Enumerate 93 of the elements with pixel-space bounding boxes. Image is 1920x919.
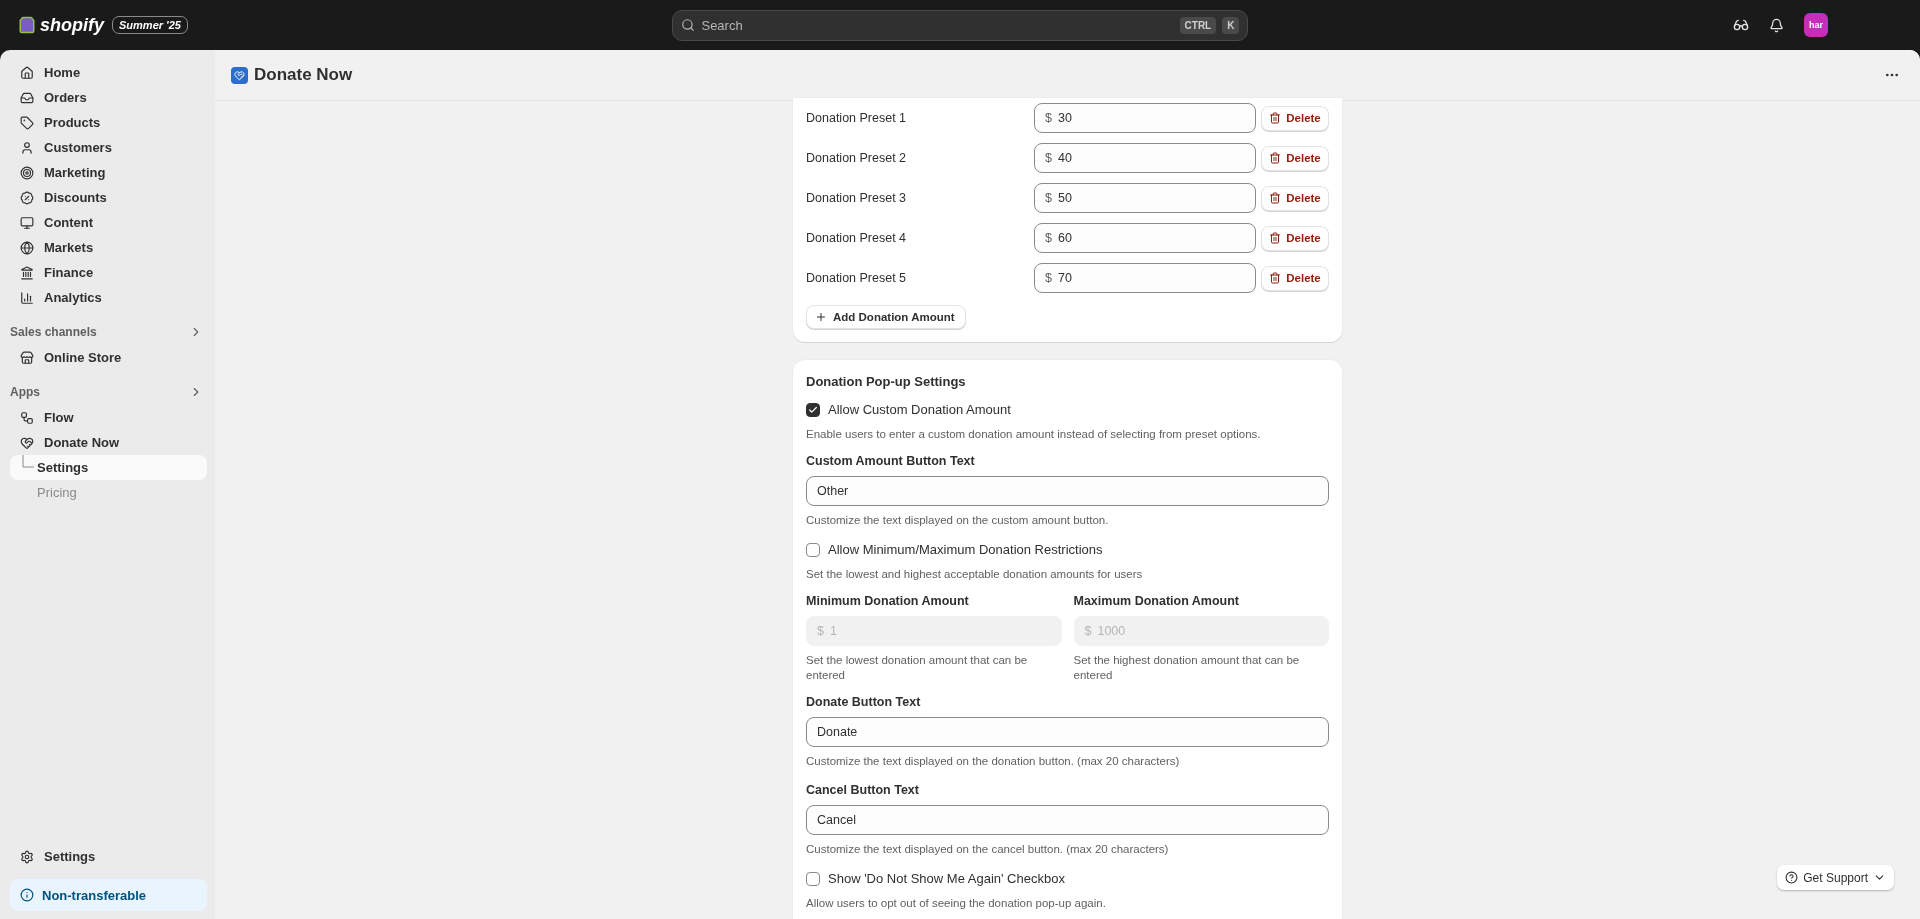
field-label: Maximum Donation Amount xyxy=(1073,594,1240,608)
nav-icon xyxy=(20,165,34,180)
checkbox[interactable]: Allow Minimum/Maximum Donation Restrictions xyxy=(806,542,1329,557)
field-hint: Set the lowest donation amount that can be entered xyxy=(806,653,1029,683)
nav-icon xyxy=(20,290,34,305)
checkbox-box[interactable] xyxy=(806,402,820,417)
checkbox-box[interactable] xyxy=(806,871,820,886)
shortcut-key: K xyxy=(1222,16,1240,34)
section-title: Apps xyxy=(10,385,40,399)
trash-icon xyxy=(1269,272,1282,284)
nav-icon xyxy=(20,140,34,155)
preset-label: Donation Preset 2 xyxy=(806,151,908,165)
page-title: Donate Now xyxy=(254,65,353,85)
nav-item[interactable]: Settings xyxy=(10,844,207,869)
glasses-icon[interactable] xyxy=(1733,17,1749,33)
nav-item[interactable]: Marketing xyxy=(10,160,207,185)
edition-badge: Summer '25 xyxy=(112,16,188,34)
bag-logo-icon xyxy=(18,16,36,34)
tree-connector-icon xyxy=(22,455,36,471)
text-field[interactable]: Cancel xyxy=(806,805,1329,835)
field-label: Donate Button Text xyxy=(806,695,922,709)
delete-button[interactable]: Delete xyxy=(1261,265,1329,291)
field-hint: Set the highest donation amount that can be entered xyxy=(1073,653,1301,683)
amount-field[interactable]: $ 40 xyxy=(1034,143,1256,173)
nav-item[interactable]: Online Store xyxy=(10,345,207,370)
amount-field[interactable]: $ 60 xyxy=(1034,223,1256,253)
nav-item[interactable]: Content xyxy=(10,210,207,235)
field-hint: Customize the text displayed on the donation button. (max 20 characters) xyxy=(806,754,1181,769)
avatar[interactable]: har xyxy=(1804,13,1828,37)
nav-item[interactable]: Finance xyxy=(10,260,207,285)
nav-item[interactable]: Customers xyxy=(10,135,207,160)
text-field[interactable]: Donate xyxy=(806,717,1329,747)
search-icon xyxy=(681,18,696,32)
app-icon xyxy=(20,410,34,425)
checkbox-description: Enable users to enter a custom donation amount instead of selecting from preset options. xyxy=(806,427,1262,442)
preset-label: Donation Preset 1 xyxy=(806,111,908,125)
trash-icon xyxy=(1269,112,1282,124)
shortcut-key: CTRL xyxy=(1179,16,1217,34)
card-title: Donation Pop-up Settings xyxy=(806,374,967,389)
nav-item[interactable]: Donate Now xyxy=(10,430,207,455)
nav-icon xyxy=(20,265,34,280)
checkbox-description: Allow users to opt out of seeing the donation pop-up again. xyxy=(806,896,1107,911)
preset-label: Donation Preset 4 xyxy=(806,231,908,245)
delete-button[interactable]: Delete xyxy=(1261,225,1329,251)
field-hint: Customize the text displayed on the custom amount button. xyxy=(806,513,1110,528)
nav-icon xyxy=(20,190,34,205)
nav-item[interactable]: Analytics xyxy=(10,285,207,310)
nav-item[interactable]: Discounts xyxy=(10,185,207,210)
nav-icon xyxy=(20,90,34,105)
text-field[interactable]: Other xyxy=(806,476,1329,506)
field-label: Cancel Button Text xyxy=(806,783,920,797)
nav-item[interactable]: Home xyxy=(10,60,207,85)
add-button[interactable]: Add Donation Amount xyxy=(806,305,966,329)
preset-label: Donation Preset 5 xyxy=(806,271,908,285)
nav-icon xyxy=(20,240,34,255)
app-icon xyxy=(20,350,34,365)
nav-item[interactable]: Flow xyxy=(10,405,207,430)
help-icon xyxy=(1785,871,1799,884)
nav-item[interactable]: Products xyxy=(10,110,207,135)
trash-icon xyxy=(1269,152,1282,164)
notice-banner: Non-transferable xyxy=(10,879,207,911)
plus-icon xyxy=(815,311,827,323)
settings-icon xyxy=(20,849,34,864)
amount-field[interactable]: $ 30 xyxy=(1034,103,1256,133)
nav-item[interactable]: Orders xyxy=(10,85,207,110)
checkbox[interactable]: Allow Custom Donation Amount xyxy=(806,402,1329,417)
field-hint: Customize the text displayed on the cancel button. (max 20 characters) xyxy=(806,842,1170,857)
nav-item[interactable]: Markets xyxy=(10,235,207,260)
nav-icon xyxy=(20,215,34,230)
section-title: Sales channels xyxy=(10,325,97,339)
delete-button[interactable]: Delete xyxy=(1261,105,1329,131)
nav-subitem[interactable]: Settings xyxy=(10,455,207,480)
support-button[interactable]: Get Support xyxy=(1777,865,1894,890)
field-label: Minimum Donation Amount xyxy=(806,594,970,608)
trash-icon xyxy=(1269,232,1282,244)
nav-icon xyxy=(20,65,34,80)
amount-field[interactable]: $ 50 xyxy=(1034,183,1256,213)
search-field[interactable]: Search CTRL K xyxy=(672,9,1249,41)
app-icon xyxy=(20,435,34,450)
app-icon xyxy=(231,66,248,84)
checkbox[interactable]: Show 'Do Not Show Me Again' Checkbox xyxy=(806,871,1329,886)
delete-button[interactable]: Delete xyxy=(1261,185,1329,211)
checkbox-description: Set the lowest and highest acceptable donation amounts for users xyxy=(806,567,1144,582)
checkbox-box[interactable] xyxy=(806,542,820,557)
amount-field[interactable]: $ 70 xyxy=(1034,263,1256,293)
logo[interactable]: shopify xyxy=(40,14,104,36)
info-icon xyxy=(20,888,34,902)
delete-button[interactable]: Delete xyxy=(1261,145,1329,171)
field-label: Custom Amount Button Text xyxy=(806,454,976,468)
preset-label: Donation Preset 3 xyxy=(806,191,908,205)
bell-icon[interactable] xyxy=(1769,17,1784,33)
nav-icon xyxy=(20,115,34,130)
trash-icon xyxy=(1269,192,1282,204)
